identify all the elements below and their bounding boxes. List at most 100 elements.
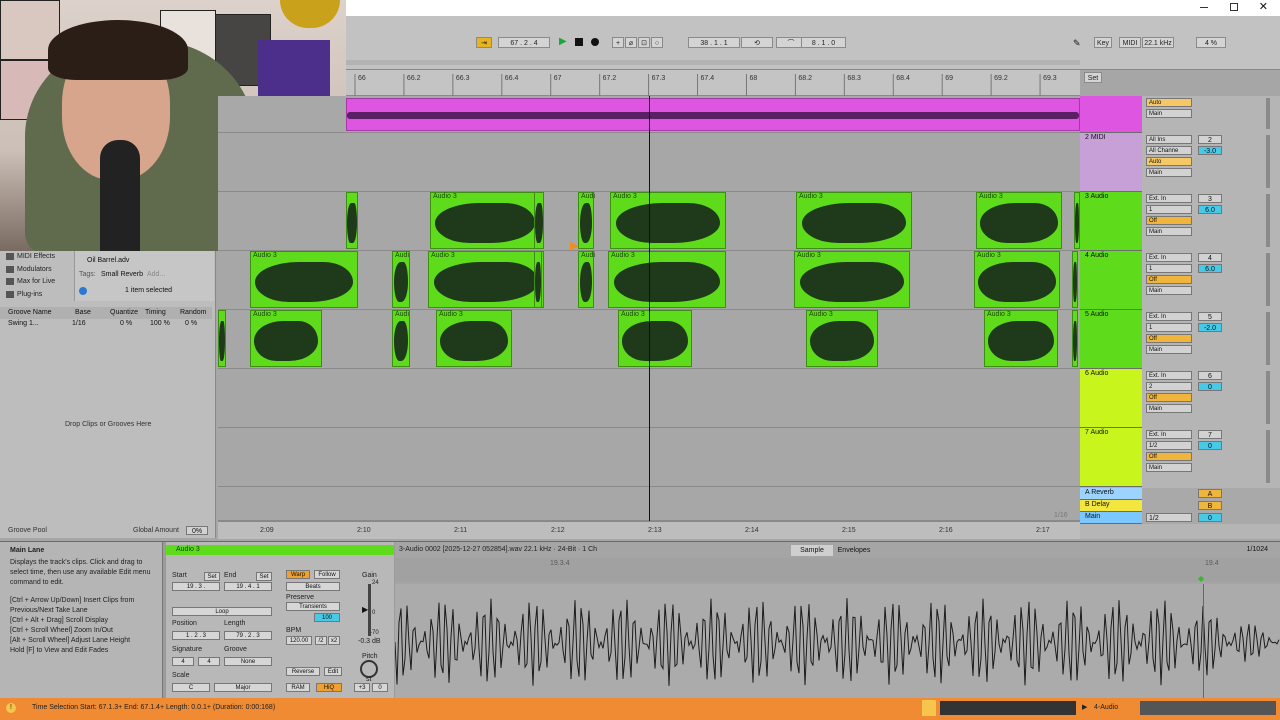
audio-clip[interactable]: Audio 3 <box>796 192 912 249</box>
track-activator[interactable]: 7 <box>1198 430 1222 439</box>
track-activator[interactable]: 6 <box>1198 371 1222 380</box>
monitor-select[interactable]: Auto <box>1146 98 1192 107</box>
midi-map-button[interactable]: MIDI <box>1119 37 1141 48</box>
tags-value[interactable]: Small Reverb <box>101 271 143 278</box>
audio-clip[interactable]: Audio 3 <box>608 251 726 308</box>
loop-start[interactable]: 38 . 1 . 1 <box>688 37 740 48</box>
audio-clip[interactable]: Audio 3 <box>806 310 878 367</box>
preserve-select[interactable]: Transients <box>286 602 340 611</box>
device-thumbnail[interactable] <box>1140 701 1276 715</box>
input-type-select[interactable]: All Ins <box>1146 135 1192 144</box>
audio-clip[interactable] <box>1072 310 1078 367</box>
audio-clip[interactable] <box>1072 251 1078 308</box>
pitch-cents[interactable]: 0 <box>372 683 388 692</box>
output-select[interactable]: Main <box>1146 109 1192 118</box>
minimize-icon[interactable] <box>1200 7 1208 8</box>
draw-mode-icon[interactable]: ✎ <box>1073 38 1081 49</box>
tags-add[interactable]: Add... <box>147 271 165 278</box>
track-header[interactable]: 7 Audio <box>1080 428 1142 487</box>
grain-field[interactable]: 100 <box>314 613 340 622</box>
gain-handle-icon[interactable]: ▶ <box>362 605 368 614</box>
output-select[interactable]: Main <box>1146 168 1192 177</box>
automation-arm-icon[interactable]: ⌀ <box>625 37 637 48</box>
tab-sample[interactable]: Sample <box>791 545 833 556</box>
groove-timing[interactable]: 100 % <box>150 320 170 327</box>
double-tempo-button[interactable]: x2 <box>328 636 340 645</box>
audio-clip[interactable]: Audio 3 <box>794 251 910 308</box>
monitor-select[interactable]: Off <box>1146 216 1192 225</box>
audio-clip[interactable]: Audio 3 <box>984 310 1058 367</box>
track-volume[interactable]: -2.0 <box>1198 323 1222 332</box>
browser-item[interactable]: Modulators <box>6 264 72 275</box>
monitor-select[interactable]: Auto <box>1146 157 1192 166</box>
close-icon[interactable]: ✕ <box>1259 0 1268 14</box>
song-position[interactable]: 67 . 2 . 4 <box>498 37 550 48</box>
audio-clip[interactable]: Audio 3 <box>250 310 322 367</box>
input-channel-select[interactable]: 1 <box>1146 323 1192 332</box>
time-ruler[interactable]: 2:09 2:10 2:11 2:12 2:13 2:14 2:15 2:16 2:17 1/1… <box>218 512 1080 539</box>
input-type-select[interactable]: Ext. In <box>1146 371 1192 380</box>
record-icon[interactable] <box>591 38 599 46</box>
loop-button[interactable]: Loop <box>172 607 272 616</box>
overview-thumbnail[interactable] <box>940 701 1076 715</box>
monitor-select[interactable]: Off <box>1146 452 1192 461</box>
start-set-button[interactable]: Set <box>204 572 220 581</box>
restore-icon[interactable] <box>1230 3 1238 11</box>
track-volume[interactable]: 0 <box>1198 382 1222 391</box>
audio-clip[interactable] <box>534 251 542 308</box>
stop-icon[interactable] <box>575 38 583 46</box>
monitor-select[interactable]: Off <box>1146 275 1192 284</box>
ram-button[interactable]: RAM <box>286 683 310 692</box>
input-type-select[interactable]: Ext. In <box>1146 430 1192 439</box>
groove-row[interactable]: Swing 1... 1/16 0 % 100 % 0 % <box>0 319 212 329</box>
input-channel-select[interactable]: 1/2 <box>1146 441 1192 450</box>
session-record-icon[interactable]: ○ <box>651 37 663 48</box>
return-b-button[interactable]: B <box>1198 501 1222 510</box>
signature-numerator[interactable]: 4 <box>172 657 194 666</box>
scale-root-select[interactable]: C <box>172 683 210 692</box>
audio-clip[interactable]: Audi <box>392 251 410 308</box>
warp-button[interactable]: Warp <box>286 570 310 579</box>
groove-base[interactable]: 1/16 <box>72 320 86 327</box>
input-type-select[interactable]: Ext. In <box>1146 253 1192 262</box>
audio-clip[interactable]: Audio 3 <box>976 192 1062 249</box>
overview-strip[interactable] <box>346 60 1080 65</box>
track-volume[interactable]: 6.0 <box>1198 205 1222 214</box>
output-select[interactable]: Main <box>1146 463 1192 472</box>
input-type-select[interactable]: Ext. In <box>1146 194 1192 203</box>
audio-clip[interactable]: Audi <box>578 192 595 249</box>
preset-name[interactable]: Oil Barrel.adv <box>87 257 129 264</box>
track-header[interactable]: 2 MIDI <box>1080 133 1142 192</box>
sample-waveform[interactable] <box>395 584 1280 699</box>
track-activator[interactable]: 5 <box>1198 312 1222 321</box>
input-channel-select[interactable]: 1 <box>1146 205 1192 214</box>
return-a-button[interactable]: A <box>1198 489 1222 498</box>
audio-clip[interactable] <box>346 192 358 249</box>
audio-clip[interactable]: Audio 3 <box>974 251 1060 308</box>
audio-clip[interactable] <box>534 192 544 249</box>
output-select[interactable]: Main <box>1146 227 1192 236</box>
track-activator[interactable]: 2 <box>1198 135 1222 144</box>
track-volume[interactable]: 0 <box>1198 441 1222 450</box>
track-header[interactable]: 4 Audio <box>1080 251 1142 310</box>
clip-name[interactable]: Audio 3 <box>166 545 394 555</box>
audio-clip[interactable]: Audio 3 <box>610 192 726 249</box>
track-activator[interactable]: 3 <box>1198 194 1222 203</box>
pitch-semitones[interactable]: +3 <box>354 683 370 692</box>
output-select[interactable]: Main <box>1146 345 1192 354</box>
midi-clip[interactable] <box>346 98 1080 131</box>
audio-clip[interactable]: Audio 3 <box>250 251 358 308</box>
status-play-icon[interactable]: ▶ <box>1082 698 1087 718</box>
track-volume[interactable]: -3.0 <box>1198 146 1222 155</box>
warp-mode-select[interactable]: Beats <box>286 582 340 591</box>
edit-button[interactable]: Edit <box>324 667 342 676</box>
warp-marker-icon[interactable]: ◆ <box>1198 574 1204 583</box>
track-activator[interactable]: 4 <box>1198 253 1222 262</box>
groove-select[interactable]: None <box>224 657 272 666</box>
scale-name-select[interactable]: Major <box>214 683 272 692</box>
play-icon[interactable]: ▶ <box>559 36 567 47</box>
gain-slider[interactable] <box>368 584 371 636</box>
monitor-select[interactable]: Off <box>1146 334 1192 343</box>
audio-clip[interactable]: Audi <box>392 310 410 367</box>
loop-length[interactable]: 8 . 1 . 0 <box>801 37 846 48</box>
